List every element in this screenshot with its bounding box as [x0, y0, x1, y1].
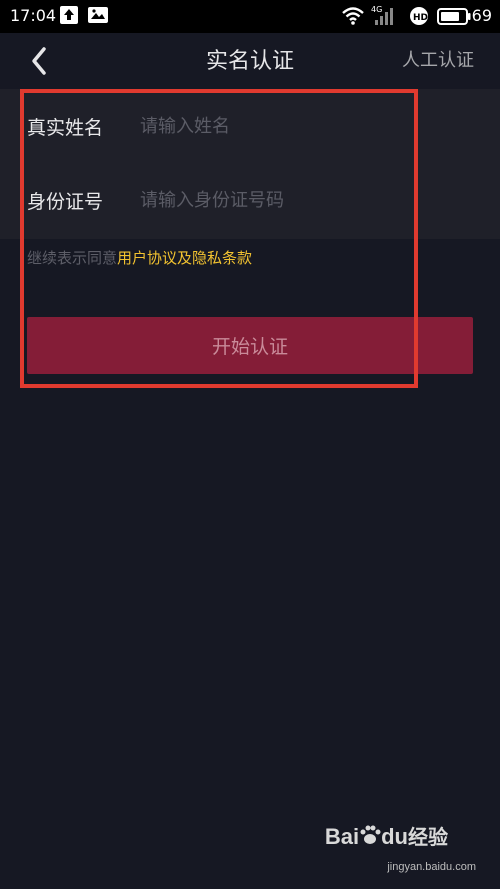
status-time: 17:04 — [10, 6, 57, 25]
form-card: 真实姓名 身份证号 — [0, 89, 500, 239]
id-number-label: 身份证号 — [27, 191, 104, 213]
name-row: 真实姓名 — [0, 89, 500, 163]
start-verification-button[interactable]: 开始认证 — [27, 317, 473, 374]
header: 实名认证 人工认证 — [0, 33, 500, 89]
agreement-prefix: 继续表示同意 — [27, 249, 118, 267]
image-icon — [88, 6, 108, 28]
agreement-link[interactable]: 用户协议及隐私条款 — [117, 249, 252, 267]
svg-text:4G: 4G — [371, 5, 382, 14]
watermark-logo: Bai du经验 — [324, 824, 448, 851]
watermark-url: jingyan.baidu.com — [387, 861, 476, 873]
name-input[interactable] — [140, 111, 440, 141]
id-number-input[interactable] — [140, 185, 440, 215]
hd-icon: HD — [409, 6, 429, 30]
battery-icon — [437, 8, 471, 29]
wifi-icon — [341, 6, 365, 30]
status-bar: 17:04 4G HD 69 — [0, 0, 500, 33]
upload-icon — [60, 6, 78, 28]
baidu-jingyan-watermark: Bai du经验 jingyan.baidu.com — [316, 815, 476, 875]
name-label: 真实姓名 — [27, 117, 104, 139]
signal-icon: 4G — [371, 4, 401, 30]
paw-icon — [359, 825, 381, 851]
agreement-text: 继续表示同意用户协议及隐私条款 — [27, 247, 252, 268]
svg-text:HD: HD — [413, 13, 428, 23]
battery-percent: 69 — [471, 6, 492, 25]
id-number-row: 身份证号 — [0, 163, 500, 237]
manual-verification-link[interactable]: 人工认证 — [402, 46, 474, 72]
screen: 17:04 4G HD 69 实名认证 人工认证 真实姓名 请输入姓名 身份证号… — [0, 0, 500, 889]
